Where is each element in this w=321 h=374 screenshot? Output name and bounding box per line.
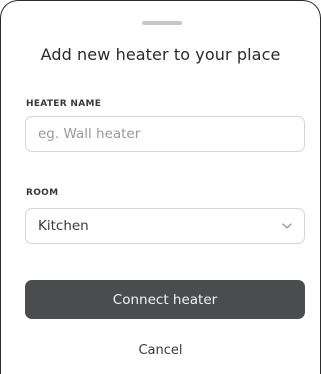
cancel-button[interactable]: Cancel bbox=[1, 343, 320, 358]
connect-heater-button[interactable]: Connect heater bbox=[25, 280, 305, 319]
bottom-sheet: Add new heater to your place HEATER NAME… bbox=[0, 0, 321, 374]
drag-handle[interactable] bbox=[142, 21, 182, 25]
heater-name-input[interactable]: eg. Wall heater bbox=[25, 116, 305, 152]
room-select[interactable]: Kitchen bbox=[25, 208, 305, 244]
room-select-value: Kitchen bbox=[38, 218, 89, 234]
chevron-down-icon bbox=[282, 221, 292, 231]
room-label: ROOM bbox=[26, 188, 59, 198]
sheet-title: Add new heater to your place bbox=[40, 45, 281, 64]
heater-name-placeholder: eg. Wall heater bbox=[38, 126, 141, 142]
heater-name-label: HEATER NAME bbox=[26, 99, 102, 109]
